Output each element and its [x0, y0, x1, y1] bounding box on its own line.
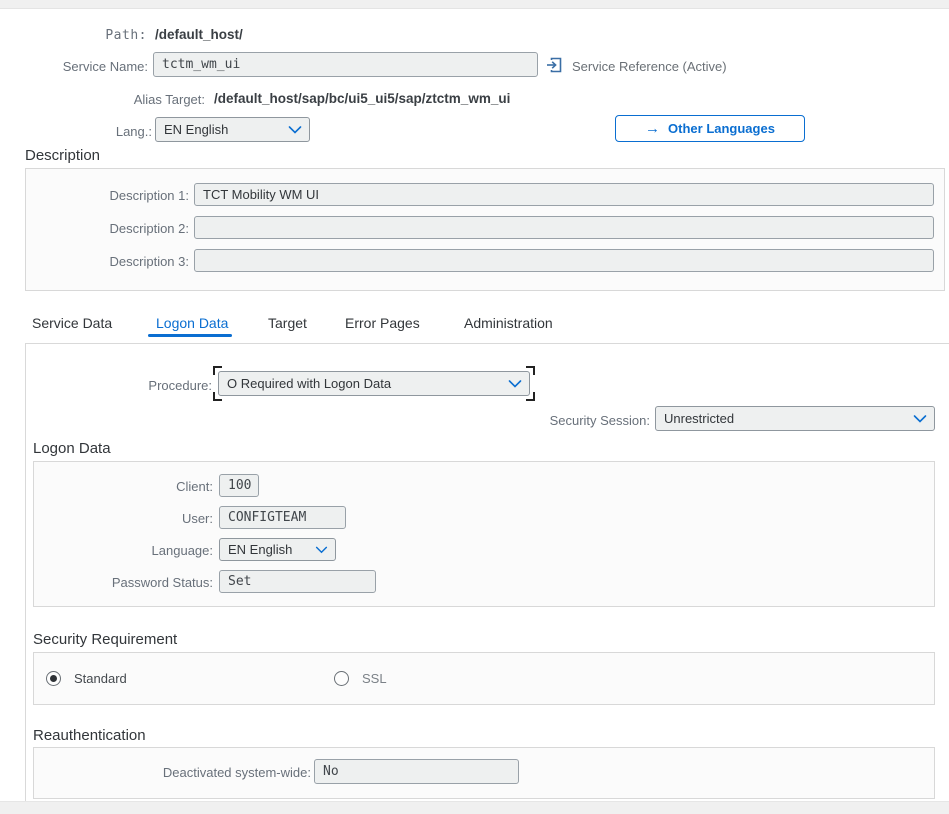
- radio-standard[interactable]: Standard: [46, 671, 127, 686]
- tab-error-pages[interactable]: Error Pages: [345, 315, 420, 331]
- security-session-select[interactable]: Unrestricted: [655, 406, 935, 431]
- password-status-value: Set: [228, 574, 251, 589]
- client-input[interactable]: 100: [219, 474, 259, 497]
- user-input[interactable]: CONFIGTEAM: [219, 506, 346, 529]
- description-1-label: Description 1:: [26, 188, 189, 203]
- chevron-down-icon: [288, 125, 302, 134]
- tab-service-data[interactable]: Service Data: [32, 315, 112, 331]
- bottom-strip: [0, 801, 949, 814]
- service-name-value: tctm_wm_ui: [162, 57, 240, 72]
- deactivated-system-wide-label: Deactivated system-wide:: [34, 765, 311, 780]
- language-select[interactable]: EN English: [219, 538, 336, 561]
- procedure-label: Procedure:: [0, 378, 212, 393]
- tab-target[interactable]: Target: [268, 315, 307, 331]
- path-value: /default_host/: [155, 27, 243, 42]
- service-reference-icon[interactable]: [545, 56, 563, 74]
- chevron-down-icon: [315, 546, 328, 554]
- description-3-input[interactable]: [194, 249, 934, 272]
- description-2-label: Description 2:: [26, 221, 189, 236]
- lang-label: Lang.:: [0, 124, 152, 139]
- client-value: 100: [228, 478, 251, 493]
- top-strip: [0, 0, 949, 9]
- reauthentication-title: Reauthentication: [33, 727, 146, 744]
- description-group: Description 1: TCT Mobility WM UI Descri…: [25, 168, 945, 291]
- radio-circle-icon: [334, 671, 349, 686]
- security-requirement-group: Standard SSL: [33, 652, 935, 705]
- security-session-label: Security Session:: [400, 413, 650, 428]
- user-label: User:: [34, 511, 213, 526]
- procedure-value: O Required with Logon Data: [227, 376, 391, 391]
- client-label: Client:: [34, 479, 213, 494]
- security-requirement-title: Security Requirement: [33, 631, 177, 648]
- password-status-label: Password Status:: [34, 575, 213, 590]
- description-3-label: Description 3:: [26, 254, 189, 269]
- alias-target-value: /default_host/sap/bc/ui5_ui5/sap/ztctm_w…: [214, 91, 510, 106]
- reauthentication-group: Deactivated system-wide: No: [33, 747, 935, 799]
- tab-administration[interactable]: Administration: [464, 315, 553, 331]
- service-reference-status: Service Reference (Active): [572, 59, 727, 74]
- description-title: Description: [25, 147, 100, 164]
- radio-ssl[interactable]: SSL: [334, 671, 387, 686]
- service-name-input[interactable]: tctm_wm_ui: [153, 52, 538, 77]
- description-1-value: TCT Mobility WM UI: [203, 187, 319, 202]
- logon-data-title: Logon Data: [33, 440, 111, 457]
- description-2-input[interactable]: [194, 216, 934, 239]
- alias-target-label: Alias Target:: [0, 92, 205, 107]
- other-languages-label: Other Languages: [668, 121, 775, 136]
- chevron-down-icon: [508, 379, 522, 388]
- language-label: Language:: [34, 543, 213, 558]
- radio-standard-label: Standard: [74, 671, 127, 686]
- user-value: CONFIGTEAM: [228, 510, 306, 525]
- lang-select[interactable]: EN English: [155, 117, 310, 142]
- language-value: EN English: [228, 542, 292, 557]
- security-session-value: Unrestricted: [664, 411, 734, 426]
- sicf-service-window: Path: /default_host/ Service Name: tctm_…: [0, 0, 949, 814]
- logon-data-group: Client: 100 User: CONFIGTEAM Language: E…: [33, 461, 935, 607]
- lang-value: EN English: [164, 122, 228, 137]
- arrow-right-icon: →: [645, 121, 660, 136]
- radio-circle-icon: [46, 671, 61, 686]
- path-label: Path:: [0, 28, 147, 43]
- tab-logon-data[interactable]: Logon Data: [156, 315, 228, 331]
- deactivated-system-wide-input[interactable]: No: [314, 759, 519, 784]
- other-languages-button[interactable]: → Other Languages: [615, 115, 805, 142]
- description-1-input[interactable]: TCT Mobility WM UI: [194, 183, 934, 206]
- password-status-input[interactable]: Set: [219, 570, 376, 593]
- service-name-label: Service Name:: [0, 59, 148, 74]
- active-tab-underline: [148, 334, 232, 337]
- chevron-down-icon: [913, 414, 927, 423]
- procedure-select[interactable]: O Required with Logon Data: [218, 371, 530, 396]
- radio-ssl-label: SSL: [362, 671, 387, 686]
- deactivated-system-wide-value: No: [323, 764, 339, 779]
